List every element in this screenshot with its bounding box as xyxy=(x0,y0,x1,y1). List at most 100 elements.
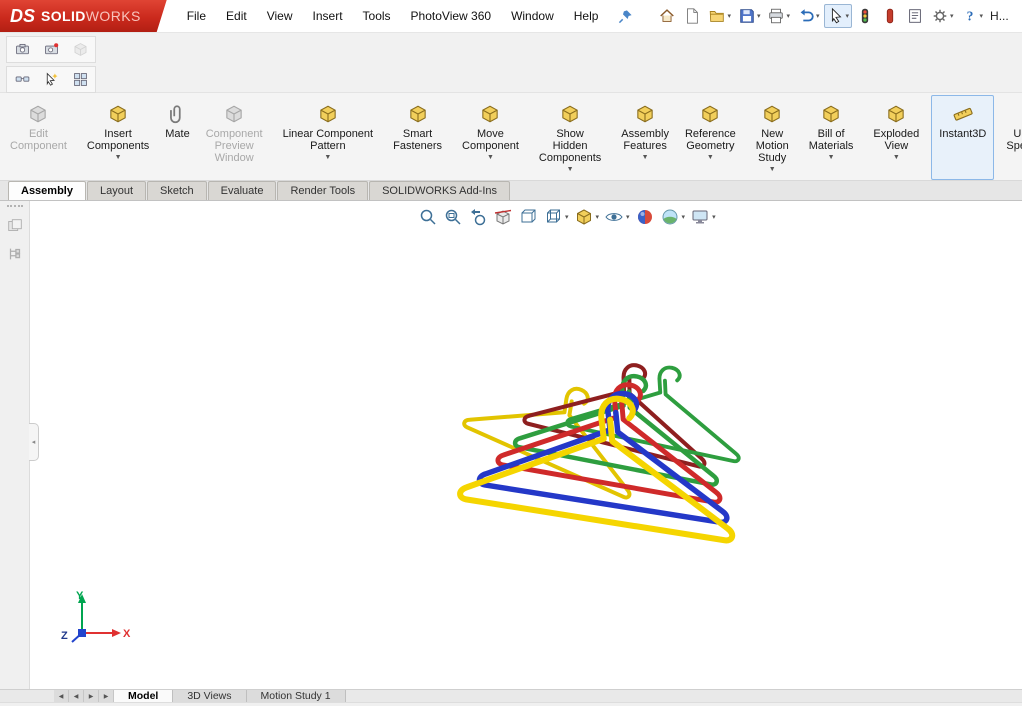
edit-appearance-icon[interactable] xyxy=(635,207,655,227)
tab-sketch[interactable]: Sketch xyxy=(147,181,207,200)
model-3d-hangers[interactable] xyxy=(30,201,1022,689)
new-document-icon[interactable] xyxy=(680,4,704,28)
exploded-view-button[interactable]: ExplodedView▼ xyxy=(865,95,927,180)
hide-show-items-icon[interactable]: ▾ xyxy=(604,207,630,227)
menu-edit[interactable]: Edit xyxy=(216,5,257,27)
dropdown-arrow-icon[interactable]: ▼ xyxy=(324,154,331,161)
insert-components-button[interactable]: InsertComponents▼ xyxy=(79,95,157,180)
dropdown-arrow-icon[interactable]: ▾ xyxy=(565,214,569,221)
dropdown-arrow-icon[interactable]: ▼ xyxy=(769,166,776,173)
feature-tree-icon[interactable] xyxy=(6,245,24,263)
last-tab-button[interactable]: ▶ xyxy=(99,690,114,702)
tab-render-tools[interactable]: Render Tools xyxy=(277,181,368,200)
dropdown-arrow-icon[interactable]: ▼ xyxy=(828,154,835,161)
home-icon[interactable] xyxy=(655,4,679,28)
tab-solidworks-add-ins[interactable]: SOLIDWORKS Add-Ins xyxy=(369,181,510,200)
panel-drag-handle[interactable] xyxy=(7,205,23,207)
smart-fasteners-button[interactable]: SmartFasteners xyxy=(385,95,450,180)
open-icon[interactable]: ▾ xyxy=(705,4,734,28)
display-pane-icon[interactable] xyxy=(6,217,24,235)
menu-photoview-360[interactable]: PhotoView 360 xyxy=(401,5,502,27)
apply-scene-icon[interactable]: ▾ xyxy=(660,207,686,227)
dropdown-arrow-icon[interactable]: ▼ xyxy=(707,154,714,161)
dropdown-arrow-icon[interactable]: ▼ xyxy=(487,154,494,161)
reference-geometry-button[interactable]: ReferenceGeometry▼ xyxy=(677,95,744,180)
prev-tab-button[interactable]: ◀ xyxy=(69,690,84,702)
arrange-windows-icon[interactable] xyxy=(66,68,94,91)
menu-help[interactable]: Help xyxy=(564,5,609,27)
bill-of-materials-button[interactable]: Bill ofMaterials▼ xyxy=(801,95,862,180)
menu-view[interactable]: View xyxy=(257,5,303,27)
screenshot-icon[interactable] xyxy=(8,38,36,61)
dropdown-arrow-icon[interactable]: ▼ xyxy=(642,154,649,161)
dropdown-arrow-icon[interactable]: ▾ xyxy=(846,13,850,20)
zoom-to-area-icon[interactable] xyxy=(443,207,463,227)
stereo-view-icon[interactable] xyxy=(8,68,36,91)
print-icon[interactable]: ▾ xyxy=(764,4,793,28)
3d-drawing-view-icon[interactable] xyxy=(518,207,538,227)
menu-insert[interactable]: Insert xyxy=(303,5,353,27)
select-cursor-icon[interactable]: ▾ xyxy=(824,4,853,28)
assembly-features-button[interactable]: AssemblyFeatures▼ xyxy=(613,95,677,180)
tab-model[interactable]: Model xyxy=(114,690,173,702)
tab-motion-study-1[interactable]: Motion Study 1 xyxy=(247,690,346,702)
tab-assembly[interactable]: Assembly xyxy=(8,181,86,200)
edit-component-button: EditComponent xyxy=(2,95,75,180)
view-orientation-icon[interactable]: ▾ xyxy=(543,207,569,227)
dropdown-arrow-icon[interactable]: ▾ xyxy=(712,214,716,221)
help-icon[interactable]: ?▾ xyxy=(958,4,987,28)
tab-3d-views[interactable]: 3D Views xyxy=(173,690,246,702)
section-view-icon[interactable] xyxy=(493,207,513,227)
options-gear-icon[interactable]: ▾ xyxy=(928,4,957,28)
menu-window[interactable]: Window xyxy=(501,5,564,27)
dropdown-arrow-icon[interactable]: ▼ xyxy=(115,154,122,161)
previous-view-icon[interactable] xyxy=(468,207,488,227)
tab-evaluate[interactable]: Evaluate xyxy=(208,181,277,200)
update-speedpak-button[interactable]: UpdateSpeedpak xyxy=(998,95,1022,180)
dropdown-arrow-icon[interactable]: ▼ xyxy=(567,166,574,173)
dropdown-arrow-icon[interactable]: ▾ xyxy=(626,214,630,221)
next-tab-button[interactable]: ▶ xyxy=(84,690,99,702)
view-settings-icon[interactable]: ▾ xyxy=(690,207,716,227)
xpress-products-icon[interactable] xyxy=(878,4,902,28)
mate-button[interactable]: Mate xyxy=(157,95,197,180)
dropdown-arrow-icon[interactable]: ▾ xyxy=(816,13,820,20)
dropdown-arrow-icon[interactable]: ▼ xyxy=(893,154,900,161)
button-label: Window xyxy=(215,152,254,164)
move-component-button[interactable]: MoveComponent▼ xyxy=(454,95,527,180)
linear-component-pattern-button[interactable]: Linear ComponentPattern▼ xyxy=(275,95,382,180)
save-icon[interactable]: ▾ xyxy=(735,4,764,28)
button-label: Linear Component xyxy=(283,128,374,140)
first-tab-button[interactable]: ◀ xyxy=(54,690,69,702)
pin-menu-icon[interactable] xyxy=(618,9,633,24)
stoplight-icon[interactable] xyxy=(853,4,877,28)
linear-pattern-icon xyxy=(317,103,339,125)
panel-collapse-handle[interactable]: ◂ xyxy=(29,423,39,461)
button-label: Reference xyxy=(685,128,736,140)
select-highlight-icon[interactable] xyxy=(37,68,65,91)
file-properties-icon[interactable] xyxy=(903,4,927,28)
zoom-to-fit-icon[interactable] xyxy=(418,207,438,227)
dropdown-arrow-icon[interactable]: ▾ xyxy=(596,214,600,221)
menu-file[interactable]: File xyxy=(177,5,216,27)
dropdown-arrow-icon[interactable]: ▾ xyxy=(757,13,761,20)
graphics-area[interactable]: ▾▾▾▾▾ Y X Z xyxy=(30,201,1022,689)
new-motion-study-button[interactable]: NewMotionStudy▼ xyxy=(748,95,797,180)
show-hidden-components-button[interactable]: ShowHiddenComponents▼ xyxy=(531,95,609,180)
button-label: Exploded xyxy=(873,128,919,140)
dropdown-arrow-icon[interactable]: ▾ xyxy=(980,13,984,20)
menu-tools[interactable]: Tools xyxy=(353,5,401,27)
instant3d-button[interactable]: Instant3D xyxy=(931,95,994,180)
record-video-icon[interactable] xyxy=(37,38,65,61)
solidworks-window: DS SOLIDWORKS FileEditViewInsertToolsPho… xyxy=(0,0,1022,706)
dropdown-arrow-icon[interactable]: ▾ xyxy=(727,13,731,20)
dropdown-arrow-icon[interactable]: ▾ xyxy=(950,13,954,20)
button-label: Update xyxy=(1013,128,1022,140)
dropdown-arrow-icon[interactable]: ▾ xyxy=(682,214,686,221)
tab-layout[interactable]: Layout xyxy=(87,181,146,200)
capture-toolbar xyxy=(6,36,96,63)
dropdown-arrow-icon[interactable]: ▾ xyxy=(786,13,790,20)
toolbar-overflow-label[interactable]: H... xyxy=(990,9,1009,23)
undo-icon[interactable]: ▾ xyxy=(794,4,823,28)
display-style-icon[interactable]: ▾ xyxy=(574,207,600,227)
